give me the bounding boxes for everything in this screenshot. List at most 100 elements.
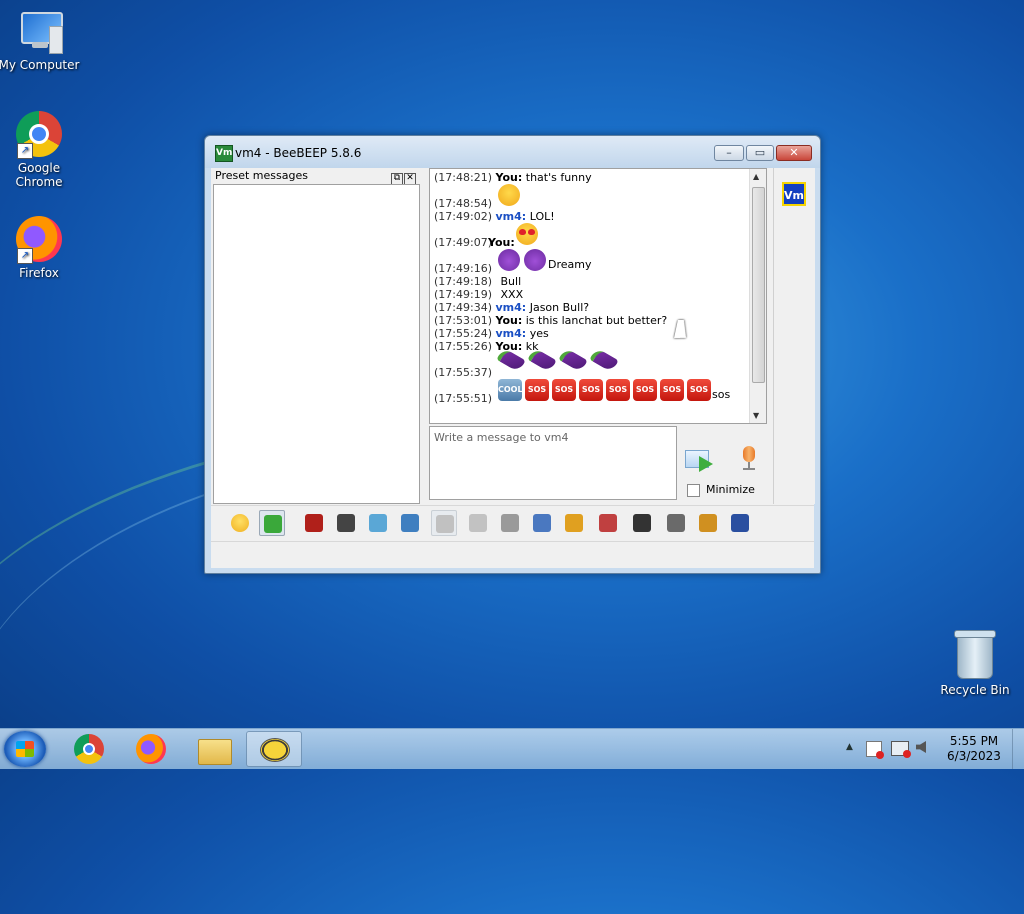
- share-folder-icon: [565, 514, 583, 532]
- desktop-icon-google-chrome[interactable]: ↗ Google Chrome: [0, 111, 81, 189]
- beebeep-icon: [260, 738, 290, 762]
- taskbar-explorer[interactable]: [186, 731, 242, 767]
- window-client: Preset messages ⧉ ✕ (17:48:21) You: that'…: [211, 168, 815, 568]
- word-completer-button[interactable]: [465, 510, 491, 536]
- chat-message: (17:53:01) You: is this lanchat but bett…: [434, 314, 749, 327]
- code-button[interactable]: [595, 510, 621, 536]
- taskbar-firefox[interactable]: [124, 731, 180, 767]
- message-sender: You: [488, 236, 511, 249]
- sender-separator: :: [521, 327, 527, 340]
- chat-message: (17:55:26) You: kk: [434, 340, 749, 353]
- settings-button[interactable]: [397, 510, 423, 536]
- send-file-button[interactable]: [259, 510, 285, 536]
- action-center-icon[interactable]: [866, 741, 884, 759]
- minimize-button[interactable]: –: [714, 145, 744, 161]
- desktop-icon-label: Recycle Bin: [940, 683, 1010, 697]
- computer-icon: [15, 8, 63, 56]
- show-desktop-button[interactable]: [1012, 729, 1024, 769]
- save-icon: [731, 514, 749, 532]
- message-text: LOL!: [529, 210, 555, 223]
- window-titlebar[interactable]: Vm vm4 - BeeBEEP 5.8.6 – ▭ ✕: [205, 136, 820, 168]
- checkbox-box[interactable]: [687, 483, 700, 497]
- sound-icon: [501, 514, 519, 532]
- volume-muted-icon[interactable]: [916, 741, 926, 753]
- taskbar-clock[interactable]: 5:55 PM 6/3/2023: [944, 734, 1004, 764]
- minimize-checkbox[interactable]: Minimize: [687, 483, 755, 497]
- close-button[interactable]: ✕: [776, 145, 812, 161]
- sos-emoji-icon: SOS: [633, 379, 657, 401]
- scroll-down-icon[interactable]: ▼: [753, 411, 759, 420]
- settings-icon: [401, 514, 419, 532]
- desktop-icon-firefox[interactable]: ↗ Firefox: [0, 216, 81, 280]
- folder-icon: [198, 739, 232, 765]
- message-text: is this lanchat but better?: [525, 314, 668, 327]
- message-sender: You: [495, 314, 518, 327]
- chat-message: (17:49:18) Bull: [434, 275, 749, 288]
- share-folder-button[interactable]: [561, 510, 587, 536]
- chat-view[interactable]: (17:48:21) You: that's funny (17:48:54) (…: [429, 168, 767, 424]
- message-timestamp: (17:55:26): [434, 340, 492, 353]
- save-chat-icon: [533, 514, 551, 532]
- scroll-up-icon[interactable]: ▲: [753, 172, 759, 181]
- chat-message: (17:49:07) You:: [434, 223, 749, 249]
- sos-emoji-icon: SOS: [552, 379, 576, 401]
- show-hidden-icons-icon[interactable]: ▲: [846, 742, 853, 752]
- chat-message: (17:55:24) vm4: yes: [434, 327, 749, 340]
- emoticons-button[interactable]: [227, 510, 253, 536]
- minimize-label: Minimize: [706, 483, 755, 496]
- maximize-button[interactable]: ▭: [746, 145, 774, 161]
- start-button[interactable]: [4, 731, 46, 767]
- desktop-icon-recycle-bin[interactable]: Recycle Bin: [933, 630, 1017, 697]
- message-text: that's funny: [525, 171, 592, 184]
- chat-scrollbar[interactable]: ▲ ▼: [749, 169, 766, 423]
- message-sender: vm4: [495, 301, 522, 314]
- edit-icon: [699, 514, 717, 532]
- user-sidebar: Vm: [773, 168, 815, 504]
- filter-button[interactable]: [365, 510, 391, 536]
- chrome-icon: ↗: [15, 111, 63, 159]
- message-sender: vm4: [495, 327, 522, 340]
- chat-message: (17:48:54): [434, 184, 749, 210]
- sweat-smile-emoji-icon: [498, 184, 520, 206]
- taskbar-beebeep[interactable]: [246, 731, 302, 767]
- taskbar-chrome[interactable]: [62, 731, 118, 767]
- spellcheck-button[interactable]: [431, 510, 457, 536]
- font-button[interactable]: [301, 510, 327, 536]
- sos-emoji-icon: SOS: [525, 379, 549, 401]
- message-timestamp: (17:55:37): [434, 366, 492, 379]
- heart-eyes-emoji-icon: [516, 223, 538, 245]
- send-message-icon[interactable]: [683, 446, 717, 472]
- message-timestamp: (17:48:54): [434, 197, 492, 210]
- network-icon[interactable]: [891, 741, 911, 758]
- edit-button[interactable]: [695, 510, 721, 536]
- spellcheck-icon: [436, 515, 454, 533]
- sos-emoji-icon: SOS: [579, 379, 603, 401]
- chat-message: (17:49:02) vm4: LOL!: [434, 210, 749, 223]
- code-icon: [599, 514, 617, 532]
- message-timestamp: (17:49:16): [434, 262, 492, 275]
- clear-chat-button[interactable]: [663, 510, 689, 536]
- color-button[interactable]: [333, 510, 359, 536]
- screenshot-button[interactable]: [629, 510, 655, 536]
- font-icon: [305, 514, 323, 532]
- save-button[interactable]: [727, 510, 753, 536]
- message-timestamp: (17:49:07): [434, 236, 492, 249]
- chat-message: (17:55:51) COOL SOS SOS SOS SOS SOS SOS SOS sos: [434, 379, 749, 405]
- chat-toolbar: [211, 505, 814, 540]
- sos-emoji-icon: SOS: [687, 379, 711, 401]
- desktop-icon-my-computer[interactable]: My Computer: [0, 8, 81, 72]
- microphone-icon[interactable]: [741, 446, 757, 474]
- sender-separator: :: [521, 301, 527, 314]
- scrollbar-thumb[interactable]: [752, 187, 765, 383]
- preset-messages-header: Preset messages ⧉ ✕: [215, 168, 418, 185]
- message-input-placeholder: Write a message to vm4: [434, 431, 569, 444]
- status-bar: [211, 541, 814, 568]
- word-completer-icon: [469, 514, 487, 532]
- message-input[interactable]: Write a message to vm4: [429, 426, 677, 500]
- preset-messages-list[interactable]: [213, 184, 420, 504]
- message-timestamp: (17:49:34): [434, 301, 492, 314]
- user-vm4-icon[interactable]: Vm: [782, 182, 806, 206]
- sender-separator: :: [521, 210, 527, 223]
- save-chat-button[interactable]: [529, 510, 555, 536]
- sound-button[interactable]: [497, 510, 523, 536]
